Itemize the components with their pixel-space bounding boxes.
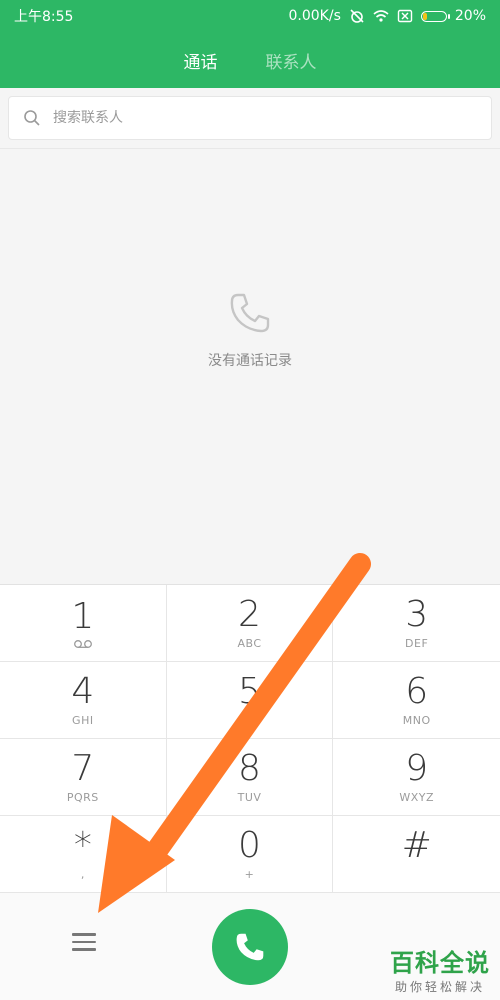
- dial-keypad: 1 2 ABC 3 DEF 4 GHI 5 JKL 6 MNO 7 PQRS 8…: [0, 584, 500, 893]
- bottom-bar: 百科全说 助你轻松解决: [0, 892, 500, 1000]
- key-0[interactable]: 0 +: [166, 816, 334, 893]
- key-digit: 3: [405, 594, 429, 635]
- key-digit: #: [401, 825, 432, 866]
- key-letters: DEF: [405, 637, 429, 650]
- key-digit: 5: [238, 671, 261, 712]
- search-input[interactable]: [51, 109, 491, 127]
- key-6[interactable]: 6 MNO: [333, 662, 500, 739]
- tab-calls[interactable]: 通话: [184, 48, 218, 73]
- phone-icon: [236, 933, 264, 961]
- status-bar: 上午8:55 0.00K/s 20%: [0, 0, 500, 32]
- key-hash[interactable]: #: [333, 816, 500, 893]
- empty-state: 没有通话记录: [0, 290, 500, 370]
- call-button[interactable]: [212, 909, 288, 985]
- key-4[interactable]: 4 GHI: [0, 662, 167, 739]
- key-digit: 8: [238, 748, 261, 789]
- battery-icon: [420, 10, 450, 22]
- menu-icon[interactable]: [72, 933, 96, 953]
- key-letters: MNO: [402, 714, 431, 727]
- search-area: [0, 88, 500, 148]
- no-sim-icon: [397, 9, 413, 23]
- key-digit: 7: [71, 748, 95, 789]
- key-7[interactable]: 7 PQRS: [0, 739, 167, 816]
- key-8[interactable]: 8 TUV: [166, 739, 334, 816]
- key-digit: *: [73, 825, 92, 866]
- key-digit: 2: [238, 594, 261, 635]
- key-letters: PQRS: [66, 791, 99, 804]
- key-letters: TUV: [237, 791, 262, 804]
- search-icon: [24, 110, 40, 126]
- key-digit: 9: [405, 748, 429, 789]
- key-3[interactable]: 3 DEF: [333, 585, 500, 662]
- key-star[interactable]: * ,: [0, 816, 167, 893]
- network-speed: 0.00K/s: [288, 8, 341, 24]
- top-tabs: 通话 联系人: [0, 32, 500, 88]
- key-letters: +: [244, 868, 255, 881]
- battery-fill: [422, 12, 427, 20]
- key-digit: 1: [71, 596, 95, 637]
- battery-percent: 20%: [454, 8, 486, 24]
- key-9[interactable]: 9 WXYZ: [333, 739, 500, 816]
- phone-outline-icon: [230, 293, 270, 333]
- wifi-icon: [373, 10, 389, 22]
- voicemail-icon: [73, 640, 92, 648]
- divider: [0, 148, 500, 149]
- tab-contacts[interactable]: 联系人: [266, 48, 317, 73]
- status-time: 上午8:55: [14, 9, 74, 25]
- key-digit: 6: [405, 671, 429, 712]
- key-digit: 4: [71, 671, 95, 712]
- watermark-subtitle: 助你轻松解决: [394, 980, 485, 994]
- key-digit: 0: [238, 825, 261, 866]
- key-letters: ABC: [237, 637, 262, 650]
- empty-state-text: 没有通话记录: [208, 353, 292, 369]
- watermark: 百科全说 助你轻松解决: [390, 943, 490, 995]
- key-5[interactable]: 5 JKL: [166, 662, 334, 739]
- status-right: 0.00K/s 20%: [289, 8, 487, 24]
- key-letters: GHI: [72, 714, 94, 727]
- mute-alarm-icon: [350, 9, 364, 23]
- search-box[interactable]: [8, 96, 492, 140]
- key-letters: WXYZ: [399, 791, 434, 804]
- key-letters: ,: [80, 868, 85, 881]
- key-letters: JKL: [240, 714, 259, 727]
- watermark-title: 百科全说: [390, 949, 490, 977]
- key-1[interactable]: 1: [0, 585, 167, 662]
- key-2[interactable]: 2 ABC: [166, 585, 334, 662]
